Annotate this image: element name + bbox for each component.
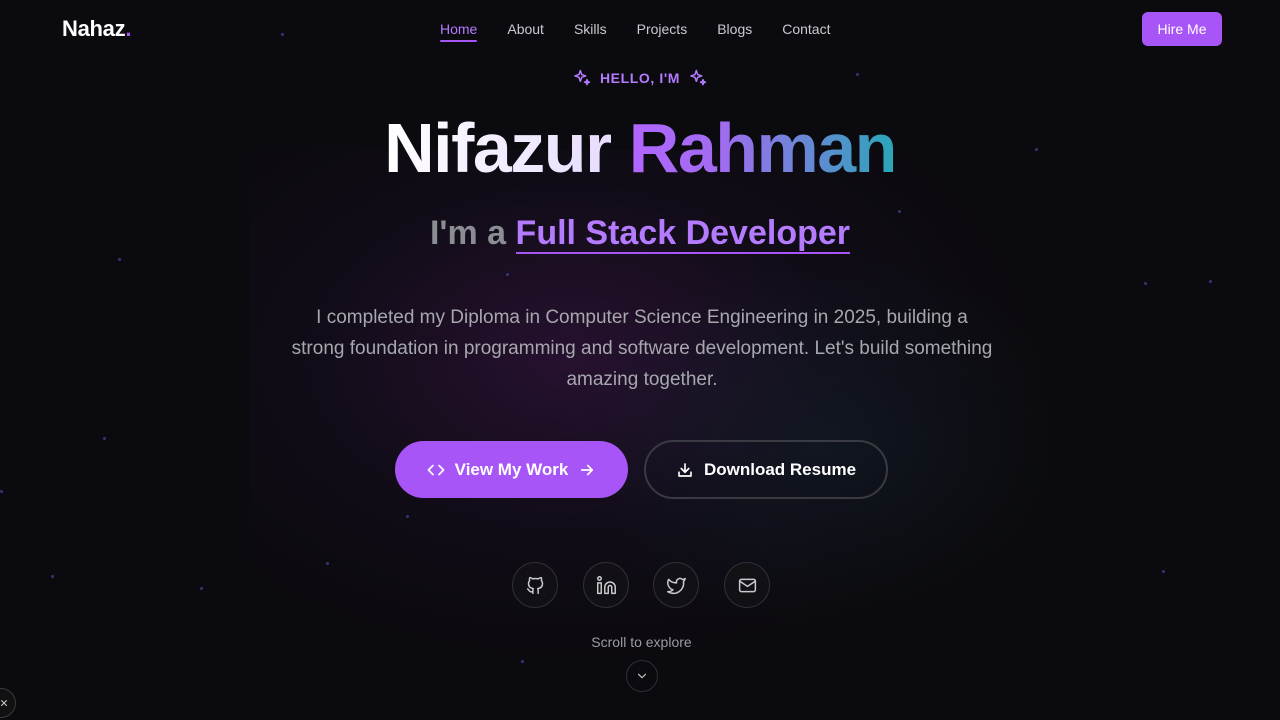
corner-widget[interactable] <box>0 688 16 718</box>
download-resume-label: Download Resume <box>703 459 857 479</box>
nav-link-projects[interactable]: Projects <box>622 20 703 44</box>
linkedin-link[interactable] <box>583 562 629 608</box>
view-my-work-button[interactable]: View My Work <box>395 441 628 498</box>
view-my-work-label: View My Work <box>454 459 569 479</box>
github-icon <box>526 576 543 594</box>
nav-link-home[interactable]: Home <box>425 20 492 44</box>
greeting-text: HELLO, I'M <box>599 70 681 86</box>
chevron-down-icon <box>637 673 647 679</box>
role-line: I'm a Full Stack Developer <box>0 212 1280 254</box>
nav-link-blogs[interactable]: Blogs <box>702 20 767 44</box>
logo-text: Nahaz <box>62 16 126 41</box>
github-link[interactable] <box>512 562 558 608</box>
linkedin-icon <box>596 575 616 594</box>
arrow-right-icon <box>581 464 594 475</box>
sparkles-icon <box>690 69 707 86</box>
sparkles-icon <box>574 69 591 86</box>
logo-dot: . <box>125 16 132 41</box>
role-prefix: I'm a <box>429 214 507 252</box>
email-link[interactable] <box>724 562 770 608</box>
download-resume-button[interactable]: Download Resume <box>644 440 888 499</box>
scroll-hint: Scroll to explore <box>591 634 692 650</box>
site-header: Nahaz. Home About Skills Projects Blogs … <box>0 0 1280 60</box>
first-name: Nifazur <box>384 109 612 187</box>
twitter-link[interactable] <box>653 562 699 608</box>
scroll-down-button[interactable] <box>626 660 658 692</box>
nav-link-skills[interactable]: Skills <box>559 20 622 44</box>
nav-link-about[interactable]: About <box>492 20 559 44</box>
close-icon <box>0 699 8 707</box>
hire-me-button[interactable]: Hire Me <box>1142 12 1222 46</box>
hero-name: Nifazur Rahman <box>0 108 1280 188</box>
twitter-icon <box>666 577 686 594</box>
logo[interactable]: Nahaz. <box>62 16 131 42</box>
nav-link-contact[interactable]: Contact <box>767 20 845 44</box>
hero-description: I completed my Diploma in Computer Scien… <box>291 307 993 390</box>
main-nav: Home About Skills Projects Blogs Contact <box>425 20 845 44</box>
download-icon <box>678 462 692 477</box>
mail-icon <box>738 578 756 592</box>
role-title: Full Stack Developer <box>515 214 851 254</box>
greeting: HELLO, I'M <box>0 68 1280 88</box>
code-icon <box>427 464 444 475</box>
last-name: Rahman <box>628 109 898 187</box>
